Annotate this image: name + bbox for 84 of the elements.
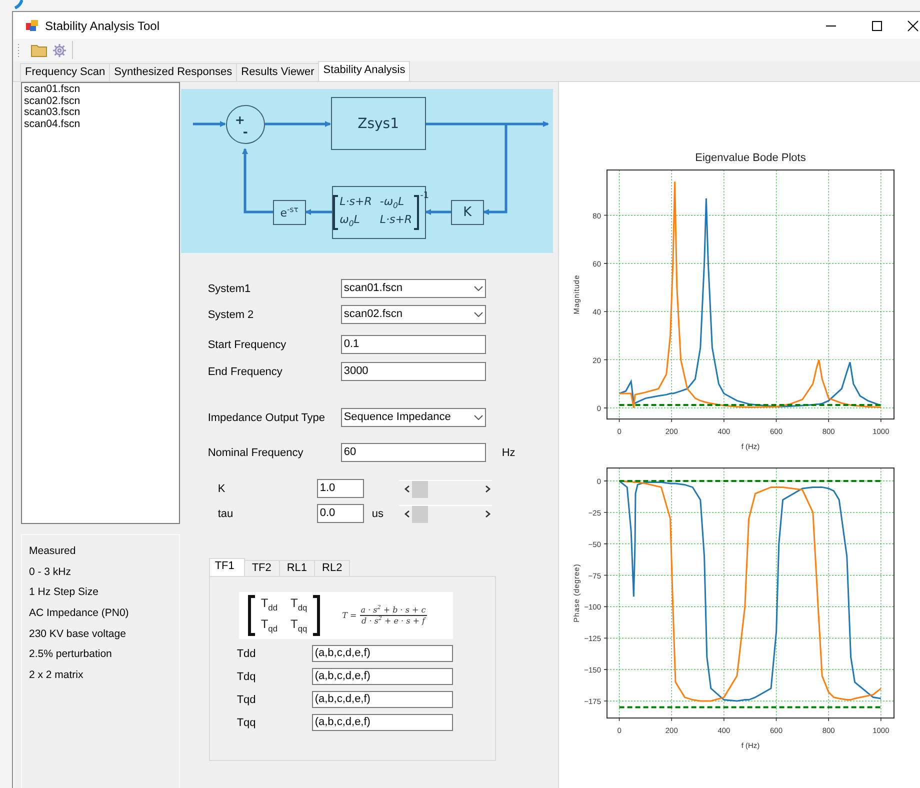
list-item[interactable]: scan04.fscn bbox=[24, 118, 177, 130]
info-text: 2 x 2 matrix bbox=[29, 668, 84, 684]
window-title: Stability Analysis Tool bbox=[45, 18, 160, 32]
input-field[interactable]: (a,b,c,d,e,f) bbox=[312, 645, 453, 662]
matrix-entry: T$_{qd}$ bbox=[260, 616, 278, 636]
field-label: End Frequency bbox=[208, 366, 284, 378]
tab[interactable]: Stability Analysis bbox=[318, 61, 410, 81]
info-text: 0 - 3 kHz bbox=[29, 564, 72, 580]
swoosh-icon bbox=[14, 0, 23, 9]
info-text: Measured bbox=[29, 544, 77, 559]
denominator: d · s$^{2}$ + e · s + f bbox=[362, 616, 425, 626]
delay-text: e$^{-sτ}$ bbox=[280, 205, 298, 220]
connector-arrow bbox=[424, 209, 451, 215]
connector-arrow bbox=[242, 148, 273, 214]
input-field[interactable]: 0.0 bbox=[316, 504, 364, 523]
field-label: Tqd bbox=[236, 694, 257, 706]
matrix-entry: L·s+R bbox=[340, 195, 372, 210]
list-item[interactable]: scan01.fscn bbox=[24, 84, 177, 96]
input-field[interactable]: 60 bbox=[340, 443, 486, 462]
scroll-thumb[interactable] bbox=[412, 480, 428, 498]
close-icon[interactable] bbox=[907, 20, 919, 32]
tab[interactable]: Frequency Scan bbox=[20, 63, 110, 81]
matrix-entry: -ω$_{0}$L bbox=[380, 195, 406, 212]
unit-label: Hz bbox=[502, 446, 516, 458]
input-field[interactable]: (a,b,c,d,e,f) bbox=[312, 668, 453, 685]
bracket bbox=[313, 595, 320, 636]
list-item[interactable]: scan02.fscn bbox=[24, 96, 177, 107]
field-label: Impedance Output Type bbox=[208, 412, 326, 424]
matrix-entry: T$_{qq}$ bbox=[290, 616, 308, 636]
chevron-down-icon bbox=[474, 286, 483, 291]
chart-title: Eigenvalue Bode Plots bbox=[696, 152, 806, 164]
field-label: Start Frequency bbox=[208, 338, 288, 350]
dropdown[interactable]: scan02.fscn bbox=[340, 305, 486, 324]
info-text: 230 KV base voltage bbox=[29, 626, 127, 642]
field-label: tau bbox=[216, 508, 234, 520]
app-icon bbox=[26, 20, 38, 31]
file-list[interactable]: scan01.fscn scan02.fscn scan03.fscn scan04.fscn bbox=[21, 82, 180, 524]
input-field[interactable]: 3000 bbox=[340, 362, 486, 381]
scroll-left-icon[interactable] bbox=[404, 510, 410, 518]
scroll-left-icon[interactable] bbox=[404, 485, 410, 493]
matrix-entry: T$_{dq}$ bbox=[290, 595, 308, 614]
connector-arrow bbox=[264, 121, 331, 127]
folder-icon[interactable] bbox=[31, 44, 47, 56]
info-text: AC Impedance (PN0) bbox=[29, 606, 130, 622]
info-text: 1 Hz Step Size bbox=[29, 585, 100, 600]
field-label: Nominal Frequency bbox=[208, 446, 304, 458]
matrix-entry: L·s+R bbox=[380, 212, 412, 228]
field-label: Tdd bbox=[236, 648, 257, 660]
scroll-right-icon[interactable] bbox=[484, 485, 491, 493]
tab[interactable]: RL2 bbox=[314, 560, 350, 576]
field-label: System 2 bbox=[208, 308, 255, 320]
field-label: Tqq bbox=[236, 716, 257, 728]
chevron-down-icon bbox=[474, 312, 483, 317]
bracket bbox=[414, 195, 420, 230]
dropdown[interactable]: Sequence Impedance bbox=[340, 408, 486, 427]
scroll-right-icon[interactable] bbox=[484, 510, 491, 518]
matrix-entry: ω$_{0}$L bbox=[340, 212, 361, 230]
formula-lhs: T = bbox=[342, 611, 357, 620]
bracket bbox=[332, 195, 338, 230]
maximize-icon[interactable] bbox=[871, 20, 883, 32]
dropdown[interactable]: scan01.fscn bbox=[340, 279, 486, 298]
field-label: System1 bbox=[208, 282, 252, 294]
minus-sign: - bbox=[242, 126, 248, 138]
plus-sign: + bbox=[234, 114, 245, 126]
field-label: Tdq bbox=[236, 670, 257, 682]
numerator: a · s$^{2}$ + b · s + c bbox=[360, 605, 427, 616]
input-field[interactable]: (a,b,c,d,e,f) bbox=[312, 691, 453, 708]
connector-arrow bbox=[304, 209, 332, 215]
tab[interactable]: TF1 bbox=[208, 558, 245, 576]
input-field[interactable]: 0.1 bbox=[340, 335, 486, 354]
connector-arrow bbox=[192, 121, 226, 127]
gain-block: K bbox=[450, 200, 484, 225]
plant-block: Zsys1 bbox=[330, 97, 426, 150]
field-label: K bbox=[216, 482, 226, 494]
bracket bbox=[248, 595, 255, 636]
scroll-thumb[interactable] bbox=[412, 506, 428, 522]
chevron-down-icon bbox=[474, 415, 483, 420]
settings-icon[interactable] bbox=[52, 42, 67, 58]
matrix-entry: T$_{dd}$ bbox=[260, 595, 278, 614]
info-text: 2.5% perturbation bbox=[29, 647, 113, 662]
input-field[interactable]: 1.0 bbox=[316, 479, 364, 498]
input-field[interactable]: (a,b,c,d,e,f) bbox=[312, 714, 453, 731]
list-item[interactable]: scan03.fscn bbox=[24, 107, 177, 118]
unit-label: us bbox=[372, 508, 384, 520]
